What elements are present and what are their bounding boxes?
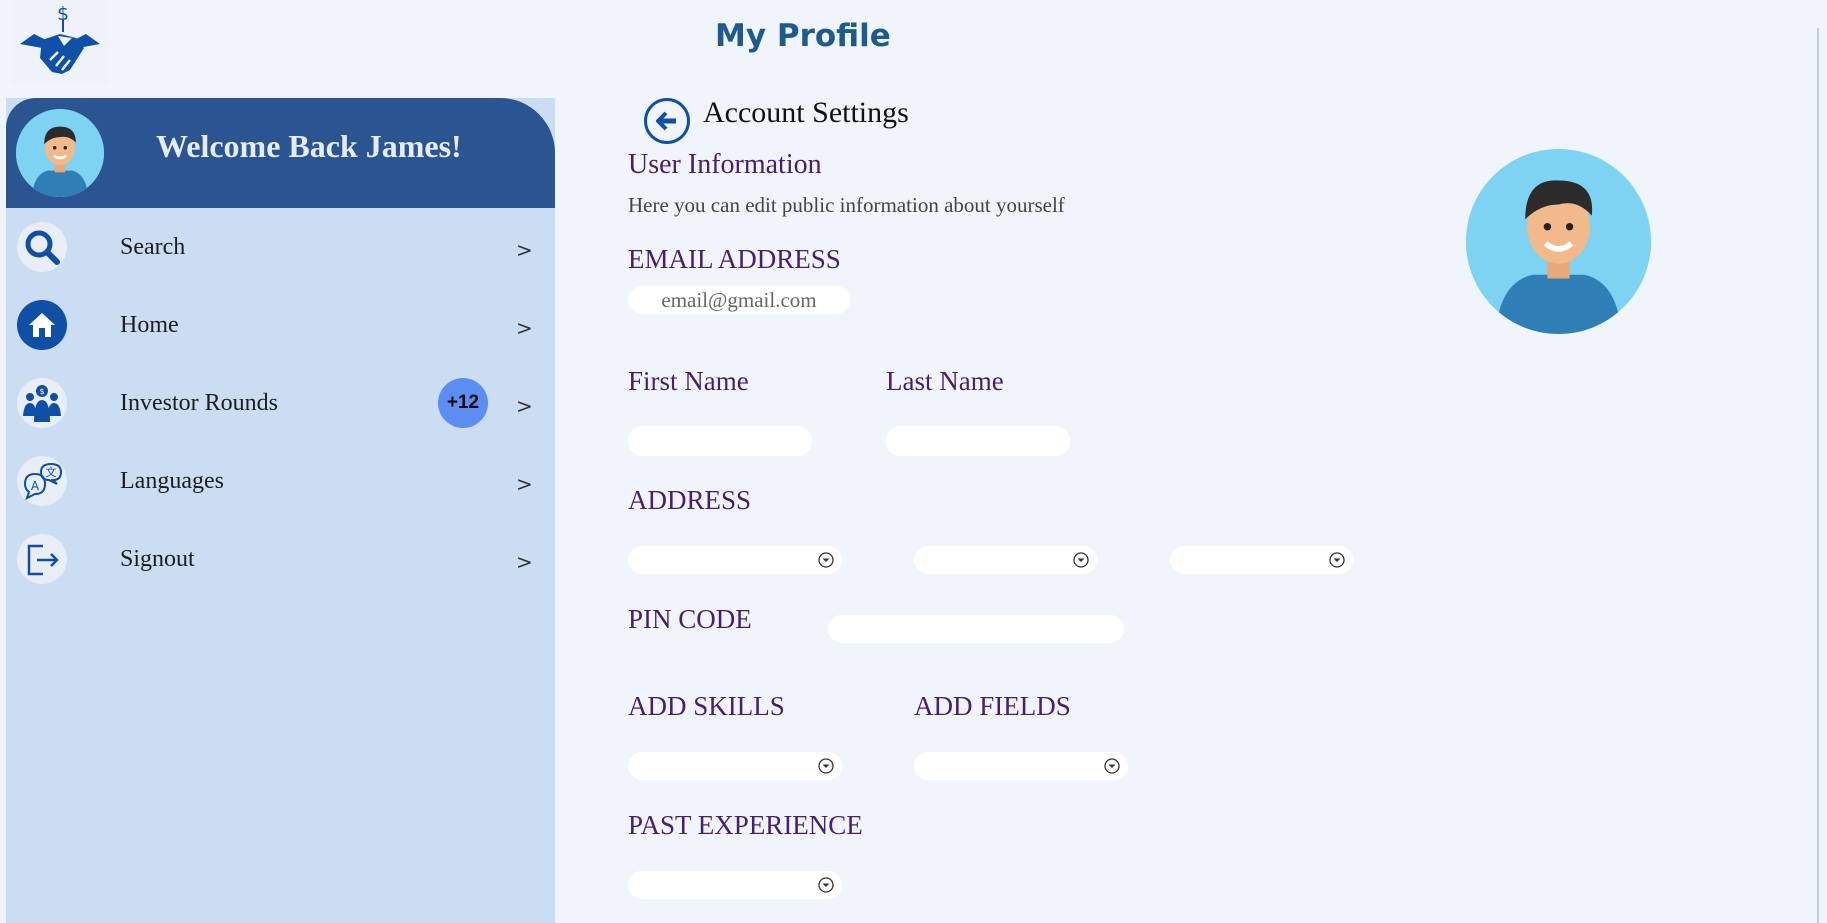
section-title: User Information xyxy=(628,149,822,180)
home-icon xyxy=(17,300,67,350)
past-experience-label: PAST EXPERIENCE xyxy=(628,810,863,840)
chevron-right-icon: > xyxy=(516,238,533,262)
address-select-2[interactable] xyxy=(914,546,1097,574)
arrow-left-icon xyxy=(656,111,676,131)
page-title: My Profile xyxy=(715,18,891,54)
profile-picture-icon[interactable] xyxy=(1466,149,1651,334)
sidebar-item-search[interactable]: Search > xyxy=(6,214,555,280)
add-fields-label: ADD FIELDS xyxy=(914,691,1071,721)
chevron-down-icon xyxy=(1104,758,1120,774)
svg-text:A: A xyxy=(31,479,40,493)
section-description: Here you can edit public information abo… xyxy=(628,193,1065,217)
sidebar-item-label: Signout xyxy=(120,546,195,572)
app-logo: $ xyxy=(12,0,108,84)
last-name-field[interactable] xyxy=(886,426,1070,456)
last-name-label: Last Name xyxy=(886,366,1004,396)
sidebar-item-label: Search xyxy=(120,234,186,260)
chevron-right-icon: > xyxy=(516,394,533,418)
sidebar-item-home[interactable]: Home > xyxy=(6,292,555,358)
first-name-label: First Name xyxy=(628,366,749,396)
signout-icon xyxy=(17,534,67,584)
investors-icon: $ xyxy=(17,378,67,428)
user-avatar-icon[interactable] xyxy=(16,109,104,197)
chevron-down-icon xyxy=(1073,552,1089,568)
sidebar-item-label: Languages xyxy=(120,468,224,494)
sidebar: Welcome Back James! Search > Home > $ In… xyxy=(6,98,555,923)
chevron-down-icon xyxy=(818,552,834,568)
window-edge xyxy=(1817,28,1819,923)
sidebar-item-languages[interactable]: A 文 Languages > xyxy=(6,448,555,514)
back-button[interactable] xyxy=(644,98,690,144)
sidebar-item-investor-rounds[interactable]: $ Investor Rounds +12 > xyxy=(6,370,555,436)
address-label: ADDRESS xyxy=(628,485,752,515)
email-field[interactable] xyxy=(628,286,850,314)
chevron-down-icon xyxy=(818,758,834,774)
chevron-down-icon xyxy=(818,877,834,893)
notification-badge: +12 xyxy=(438,378,488,428)
email-label: EMAIL ADDRESS xyxy=(628,244,841,274)
address-select-3[interactable] xyxy=(1170,546,1353,574)
first-name-field[interactable] xyxy=(628,426,812,456)
past-experience-select[interactable] xyxy=(628,871,842,899)
languages-icon: A 文 xyxy=(17,456,67,506)
svg-text:$: $ xyxy=(39,387,44,396)
sidebar-item-label: Investor Rounds xyxy=(120,390,278,416)
chevron-right-icon: > xyxy=(516,472,533,496)
pin-code-field[interactable] xyxy=(828,615,1124,643)
welcome-message: Welcome Back James! xyxy=(156,128,462,164)
chevron-right-icon: > xyxy=(516,316,533,340)
chevron-down-icon xyxy=(1329,552,1345,568)
sidebar-item-label: Home xyxy=(120,312,179,338)
add-fields-select[interactable] xyxy=(914,752,1128,780)
add-skills-label: ADD SKILLS xyxy=(628,691,785,721)
address-select-1[interactable] xyxy=(628,546,842,574)
sidebar-item-signout[interactable]: Signout > xyxy=(6,526,555,592)
chevron-right-icon: > xyxy=(516,550,533,574)
add-skills-select[interactable] xyxy=(628,752,842,780)
sidebar-header: Welcome Back James! xyxy=(6,98,555,208)
account-settings-title: Account Settings xyxy=(703,96,909,129)
svg-text:文: 文 xyxy=(46,465,57,479)
search-icon xyxy=(17,222,67,272)
handshake-dollar-icon: $ xyxy=(20,3,100,74)
pin-code-label: PIN CODE xyxy=(628,604,752,634)
